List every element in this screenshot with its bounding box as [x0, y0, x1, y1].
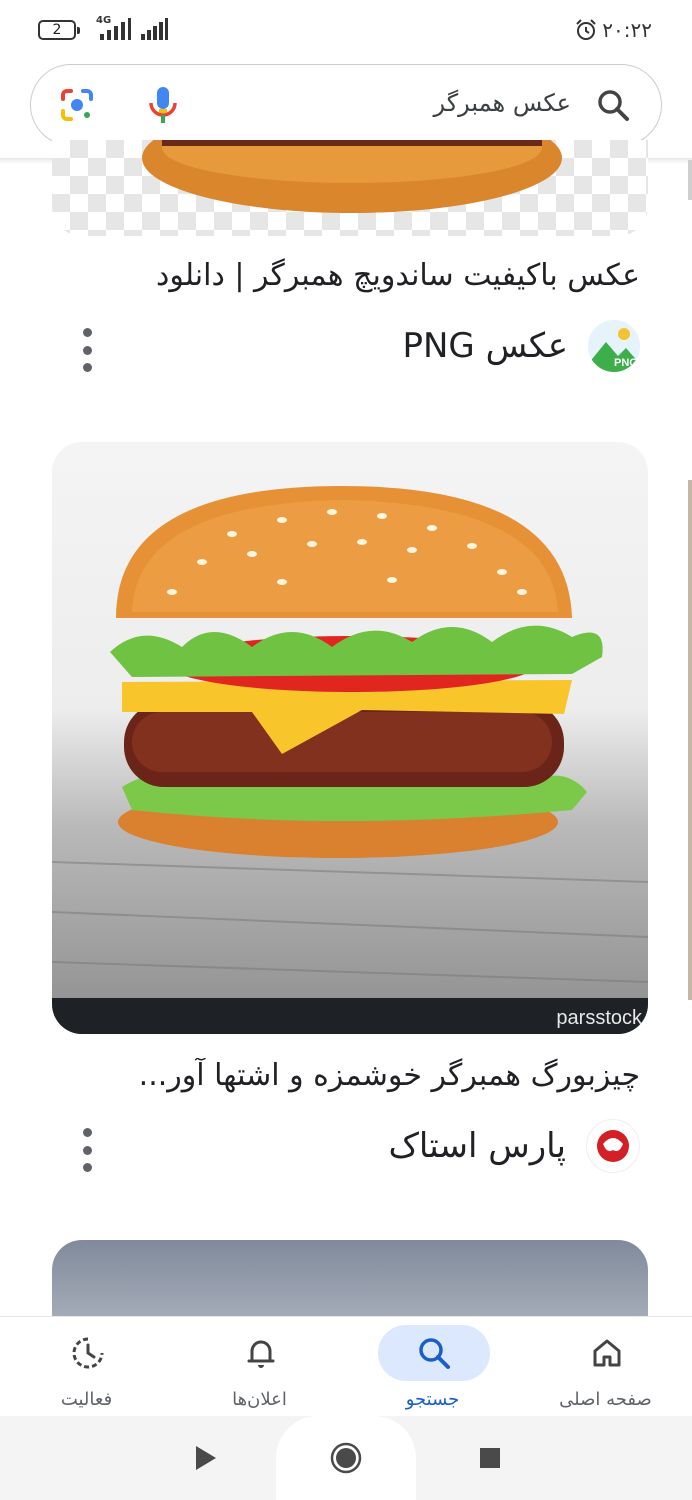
next-column-edge [688, 480, 692, 1000]
search-input[interactable]: عکس همبرگر [434, 89, 571, 117]
result-source[interactable]: پارس استاک [388, 1119, 640, 1173]
burger-image [142, 140, 562, 213]
home-icon [593, 1339, 621, 1367]
bottom-navigation: فعالیت اعلان‌ها جستجو صفحه اصلی [0, 1316, 692, 1417]
result-title[interactable]: چیزبورگ همبرگر خوشمزه و اشتها آور... [70, 1058, 640, 1093]
more-options-icon[interactable] [70, 1128, 104, 1172]
search-icon[interactable] [595, 87, 631, 123]
more-options-icon[interactable] [70, 328, 104, 372]
search-bar[interactable]: عکس همبرگر [30, 64, 662, 146]
activity-icon [72, 1337, 104, 1369]
nav-label: جستجو [405, 1389, 460, 1410]
source-name: پارس استاک [388, 1126, 566, 1166]
battery-indicator: 2 [38, 20, 80, 40]
search-icon [419, 1338, 450, 1369]
source-name: عکس PNG [402, 326, 568, 366]
svg-text:PNG: PNG [614, 357, 638, 369]
nav-label: فعالیت [60, 1389, 113, 1410]
alarm-icon [576, 19, 596, 40]
result-image[interactable]: parsstock [52, 442, 648, 1034]
clock: ۲۰:۲۲ [602, 18, 652, 42]
nav-notifications[interactable]: اعلان‌ها [173, 1317, 346, 1417]
home-circle-icon [330, 1442, 362, 1474]
cheeseburger-image: parsstock [52, 486, 648, 1034]
recents-icon[interactable] [480, 1448, 500, 1468]
google-lens-icon[interactable] [59, 87, 95, 123]
bell-icon [247, 1340, 275, 1368]
result-title[interactable]: عکس باکیفیت ساندویچ همبرگر | دانلود [70, 258, 640, 293]
next-column-edge [688, 160, 692, 200]
nav-activity[interactable]: فعالیت [0, 1317, 173, 1417]
status-bar: 2 4G ۲۰:۲۲ [0, 0, 692, 62]
system-navigation [0, 1416, 692, 1500]
parsstock-logo-icon [586, 1119, 640, 1173]
svg-text:parsstock: parsstock [556, 1007, 643, 1029]
signal-2-icon [141, 18, 168, 40]
back-icon[interactable] [194, 1444, 218, 1472]
nav-label: صفحه اصلی [559, 1389, 652, 1410]
result-image[interactable] [52, 140, 648, 236]
result-source[interactable]: PNG عکس PNG [402, 320, 640, 372]
nav-search[interactable]: جستجو [346, 1317, 519, 1417]
signal-icon [100, 18, 131, 40]
mic-icon[interactable] [145, 85, 181, 125]
nav-home[interactable]: صفحه اصلی [519, 1317, 692, 1417]
png-logo-icon: PNG [588, 320, 640, 372]
nav-label: اعلان‌ها [232, 1389, 287, 1410]
home-button[interactable] [276, 1416, 416, 1500]
